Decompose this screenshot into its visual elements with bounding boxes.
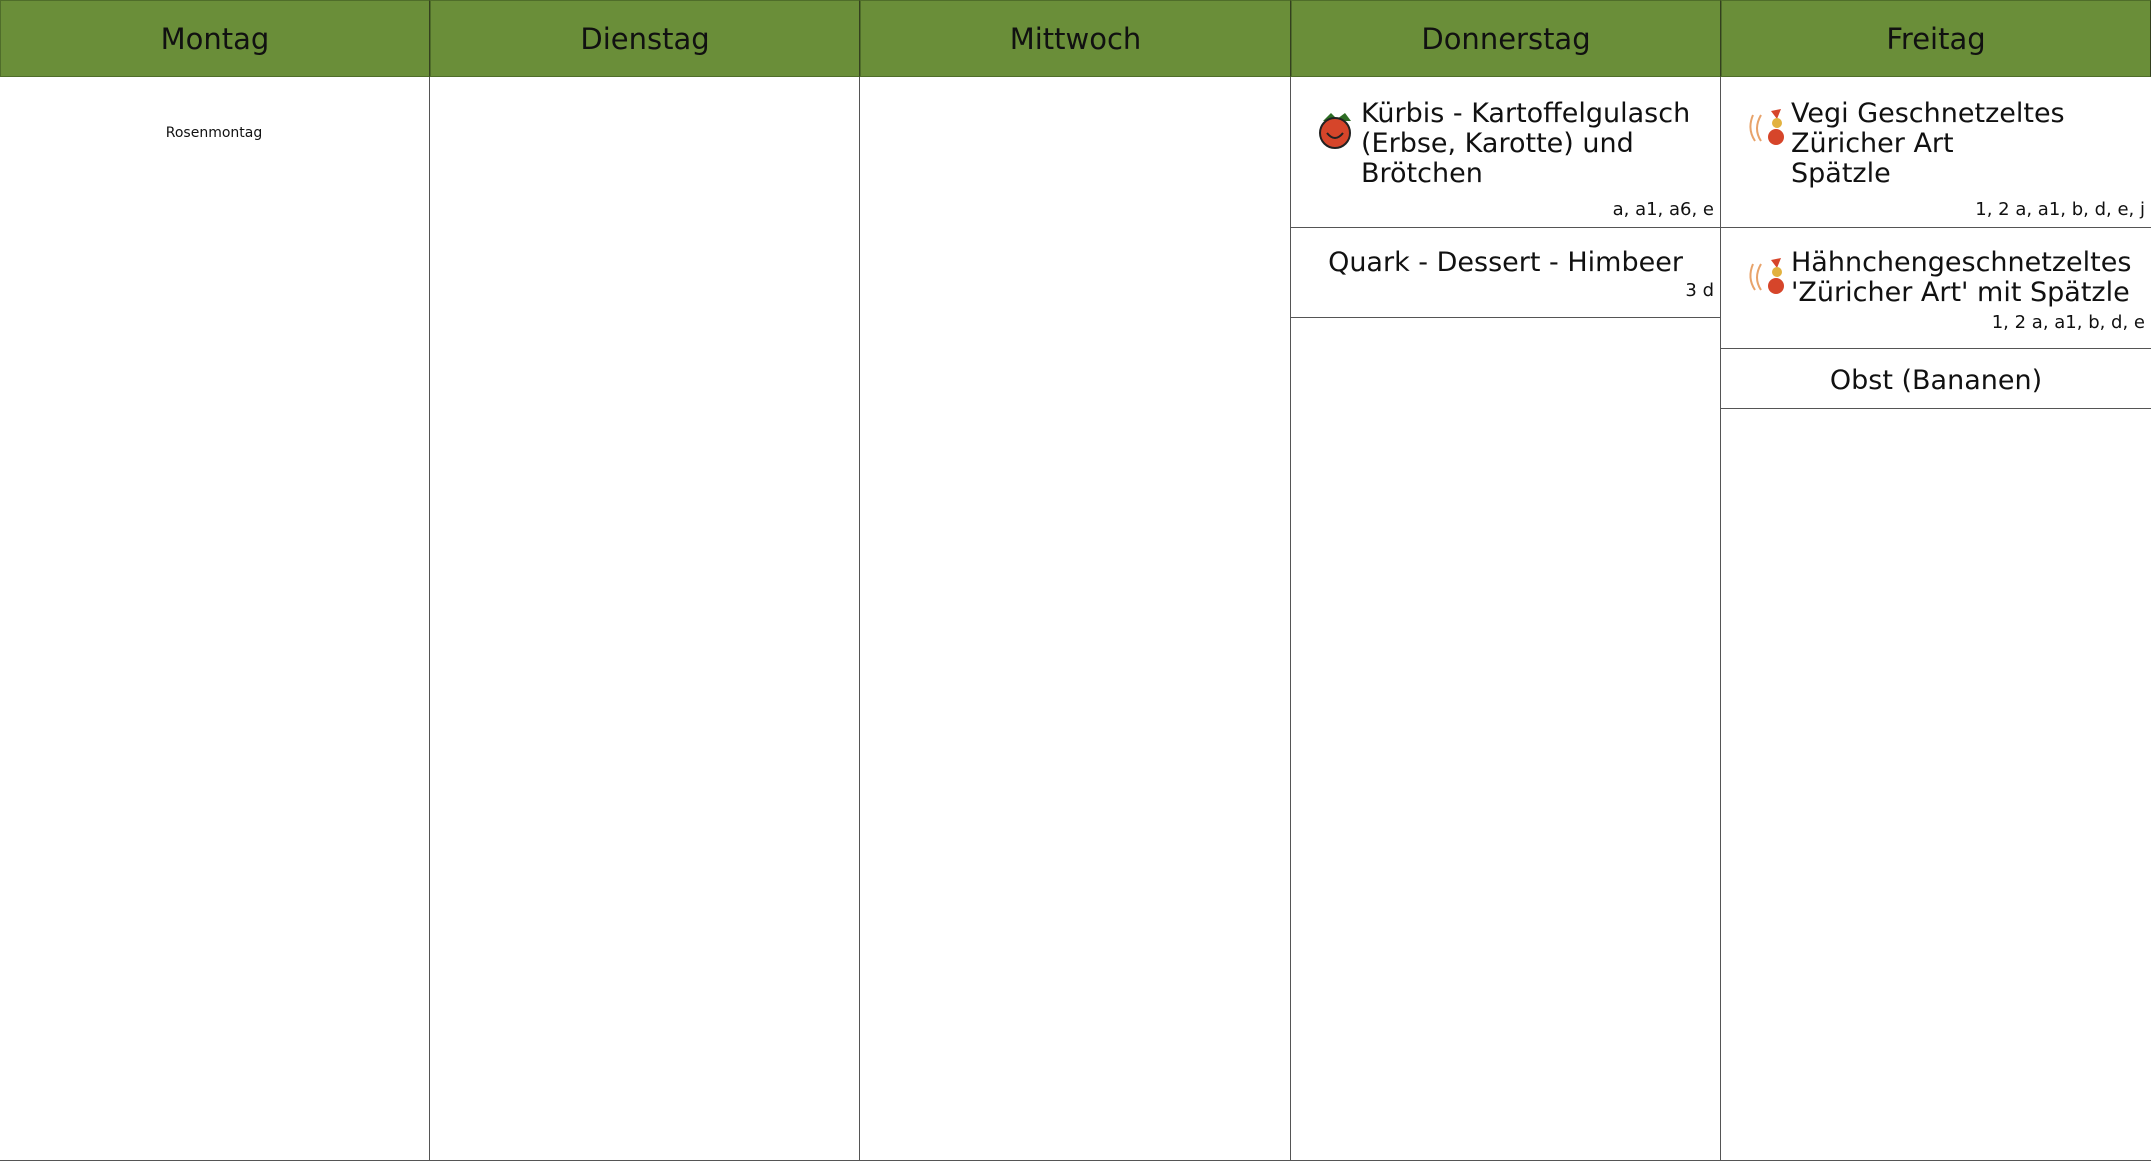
- day-column-mittwoch: [860, 77, 1291, 1161]
- meal-title: Kürbis - Kartoffelgulasch (Erbse, Karott…: [1361, 98, 1691, 189]
- meal-item[interactable]: Hähnchengeschnetzeltes 'Züricher Art' mi…: [1721, 228, 2151, 349]
- day-column-freitag: Vegi Geschnetzeltes Züricher Art Spätzle…: [1721, 77, 2151, 1161]
- meal-title: Obst (Bananen): [1829, 365, 2043, 396]
- day-header-donnerstag: Donnerstag: [1291, 0, 1721, 77]
- tomato-icon: [1319, 113, 1351, 149]
- allergen-codes: 1, 2 a, a1, b, d, e: [1991, 312, 2145, 333]
- day-header-label: Dienstag: [580, 21, 710, 56]
- day-column-dienstag: [430, 77, 860, 1161]
- meal-title: Quark - Dessert - Himbeer: [1328, 247, 1683, 278]
- day-header-label: Freitag: [1886, 21, 1986, 56]
- weekly-menu-grid: Montag Dienstag Mittwoch Donnerstag Frei…: [0, 0, 2151, 1161]
- allergen-codes: a, a1, a6, e: [1612, 199, 1714, 220]
- chicken-tomato-icon: [1749, 109, 1784, 145]
- holiday-note: Rosenmontag: [165, 125, 263, 141]
- day-header-dienstag: Dienstag: [430, 0, 860, 77]
- day-header-montag: Montag: [0, 0, 430, 77]
- day-header-freitag: Freitag: [1721, 0, 2151, 77]
- day-header-label: Donnerstag: [1421, 21, 1591, 56]
- meal-item[interactable]: Vegi Geschnetzeltes Züricher Art Spätzle…: [1721, 77, 2151, 228]
- meal-item[interactable]: Quark - Dessert - Himbeer 3 d: [1291, 228, 1720, 318]
- day-column-donnerstag: Kürbis - Kartoffelgulasch (Erbse, Karott…: [1291, 77, 1721, 1161]
- day-column-montag: Rosenmontag: [0, 77, 430, 1161]
- day-header-label: Mittwoch: [1009, 21, 1142, 56]
- allergen-codes: 3 d: [1685, 280, 1714, 301]
- meal-item[interactable]: Obst (Bananen): [1721, 349, 2151, 409]
- day-header-label: Montag: [160, 21, 270, 56]
- allergen-codes: 1, 2 a, a1, b, d, e, j: [1975, 199, 2145, 220]
- chicken-tomato-icon: [1749, 258, 1784, 294]
- meal-title: Hähnchengeschnetzeltes 'Züricher Art' mi…: [1791, 247, 2132, 308]
- meal-title: Vegi Geschnetzeltes Züricher Art Spätzle: [1791, 98, 2065, 189]
- meal-item[interactable]: Kürbis - Kartoffelgulasch (Erbse, Karott…: [1291, 77, 1720, 228]
- day-header-mittwoch: Mittwoch: [860, 0, 1291, 77]
